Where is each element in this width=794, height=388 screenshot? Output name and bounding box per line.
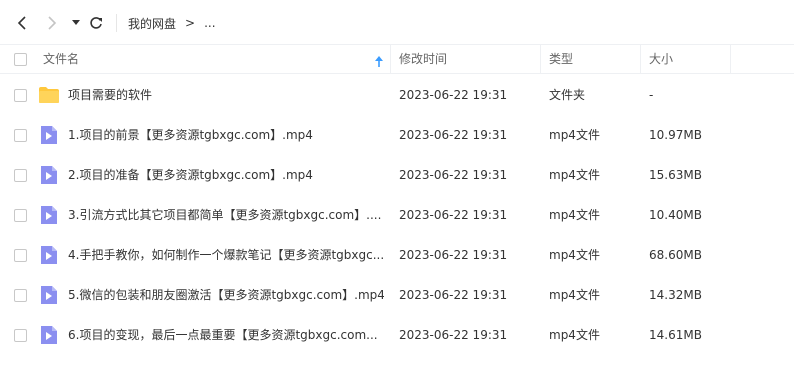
file-modified: 2023-06-22 19:31 — [399, 248, 508, 262]
file-type: mp4文件 — [549, 328, 600, 342]
file-modified: 2023-06-22 19:31 — [399, 168, 508, 182]
video-file-icon — [41, 206, 57, 224]
table-header: 文件名 修改时间 类型 大小 — [0, 44, 794, 74]
file-modified: 2023-06-22 19:31 — [399, 288, 508, 302]
file-size: 10.97MB — [649, 128, 702, 142]
table-row[interactable]: 3.引流方式比其它项目都简单【更多资源tgbxgc.com】.... 2023-… — [0, 195, 794, 235]
column-divider[interactable] — [730, 45, 731, 73]
refresh-icon — [90, 17, 102, 29]
table-row[interactable]: 4.手把手教你，如何制作一个爆款笔记【更多资源tgbxgc... 2023-06… — [0, 235, 794, 275]
file-size: 14.61MB — [649, 328, 702, 342]
column-header-type[interactable]: 类型 — [549, 45, 573, 73]
toolbar-divider — [116, 14, 117, 32]
folder-icon — [39, 87, 59, 103]
file-size: - — [649, 88, 654, 102]
breadcrumb-ellipsis[interactable]: ... — [204, 16, 215, 30]
column-header-size[interactable]: 大小 — [649, 45, 673, 73]
video-file-icon — [41, 166, 57, 184]
file-size: 10.40MB — [649, 208, 702, 222]
column-header-modified[interactable]: 修改时间 — [399, 45, 447, 73]
breadcrumb: 我的网盘 > ... — [128, 13, 216, 33]
row-checkbox[interactable] — [14, 129, 27, 142]
file-size: 15.63MB — [649, 168, 702, 182]
row-checkbox[interactable] — [14, 289, 27, 302]
row-checkbox[interactable] — [14, 329, 27, 342]
file-name: 6.项目的变现，最后一点最重要【更多资源tgbxgc.com... — [68, 328, 378, 342]
file-name: 4.手把手教你，如何制作一个爆款笔记【更多资源tgbxgc... — [68, 248, 384, 262]
forward-button[interactable] — [42, 12, 62, 34]
file-name: 项目需要的软件 — [68, 88, 153, 102]
column-divider[interactable] — [390, 45, 391, 73]
video-file-icon — [41, 326, 57, 344]
breadcrumb-separator: > — [185, 16, 196, 30]
breadcrumb-item-my-drive[interactable]: 我的网盘 — [128, 15, 176, 32]
back-button[interactable] — [12, 12, 32, 34]
column-divider[interactable] — [640, 45, 641, 73]
file-name: 1.项目的前景【更多资源tgbxgc.com】.mp4 — [68, 128, 313, 142]
chevron-right-icon — [48, 16, 57, 30]
file-name: 5.微信的包装和朋友圈激活【更多资源tgbxgc.com】.mp4 — [68, 288, 384, 302]
row-checkbox[interactable] — [14, 169, 27, 182]
file-modified: 2023-06-22 19:31 — [399, 208, 508, 222]
file-name: 2.项目的准备【更多资源tgbxgc.com】.mp4 — [68, 168, 313, 182]
sort-arrow-up-icon[interactable] — [374, 53, 384, 72]
row-checkbox[interactable] — [14, 249, 27, 262]
file-type: mp4文件 — [549, 208, 600, 222]
file-type: mp4文件 — [549, 248, 600, 262]
table-row[interactable]: 1.项目的前景【更多资源tgbxgc.com】.mp4 2023-06-22 1… — [0, 115, 794, 155]
row-checkbox[interactable] — [14, 209, 27, 222]
file-type: mp4文件 — [549, 288, 600, 302]
row-checkbox[interactable] — [14, 89, 27, 102]
select-all-checkbox[interactable] — [14, 53, 27, 66]
file-size: 68.60MB — [649, 248, 702, 262]
file-name: 3.引流方式比其它项目都简单【更多资源tgbxgc.com】.... — [68, 208, 382, 222]
file-modified: 2023-06-22 19:31 — [399, 128, 508, 142]
column-header-name[interactable]: 文件名 — [43, 45, 79, 73]
caret-down-icon — [72, 20, 80, 25]
chevron-left-icon — [17, 16, 26, 30]
history-dropdown-button[interactable] — [66, 12, 86, 34]
toolbar: 我的网盘 > ... — [0, 0, 794, 44]
file-modified: 2023-06-22 19:31 — [399, 88, 508, 102]
table-row[interactable]: 6.项目的变现，最后一点最重要【更多资源tgbxgc.com... 2023-0… — [0, 315, 794, 355]
file-type: mp4文件 — [549, 128, 600, 142]
video-file-icon — [41, 126, 57, 144]
file-size: 14.32MB — [649, 288, 702, 302]
table-row[interactable]: 5.微信的包装和朋友圈激活【更多资源tgbxgc.com】.mp4 2023-0… — [0, 275, 794, 315]
table-row[interactable]: 2.项目的准备【更多资源tgbxgc.com】.mp4 2023-06-22 1… — [0, 155, 794, 195]
file-type: mp4文件 — [549, 168, 600, 182]
table-row[interactable]: 项目需要的软件 2023-06-22 19:31 文件夹 - — [0, 75, 794, 115]
file-modified: 2023-06-22 19:31 — [399, 328, 508, 342]
file-type: 文件夹 — [549, 88, 586, 102]
video-file-icon — [41, 246, 57, 264]
column-divider[interactable] — [540, 45, 541, 73]
video-file-icon — [41, 286, 57, 304]
refresh-button[interactable] — [86, 12, 106, 34]
